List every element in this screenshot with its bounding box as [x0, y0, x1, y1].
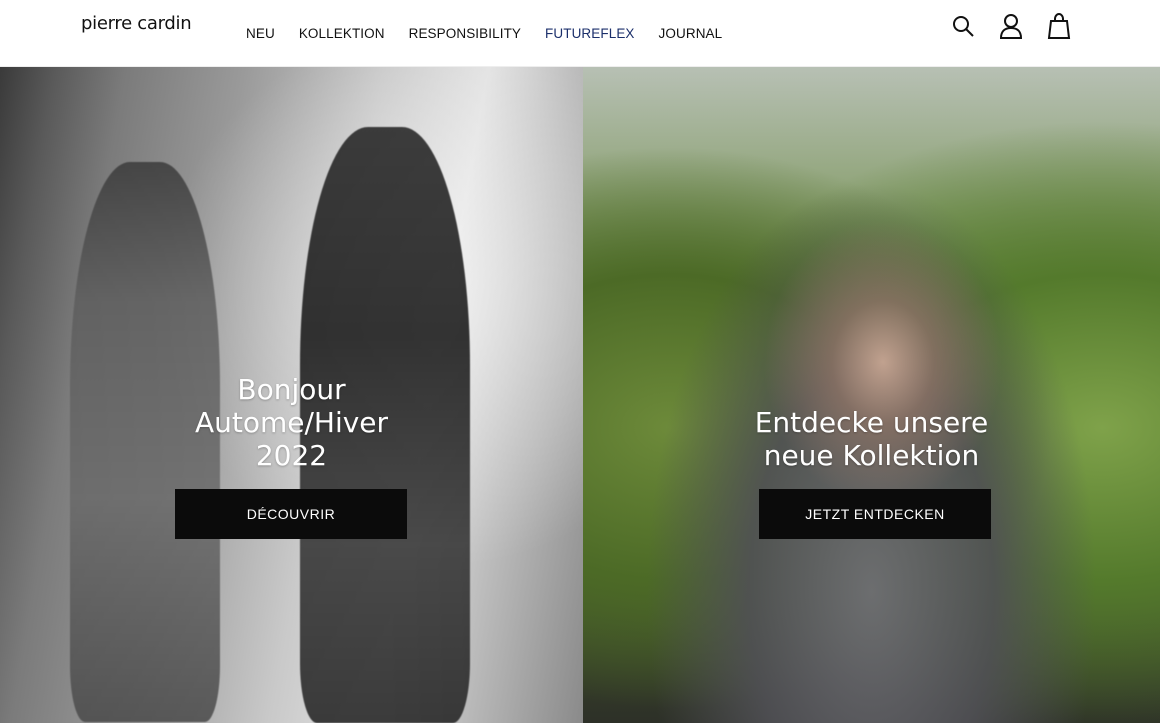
hero-title-line: Bonjour — [237, 373, 346, 406]
hero-title-right: Entdecke unsere neue Kollektion — [583, 406, 1160, 472]
hero-title-left: Bonjour Autome/Hiver 2022 — [0, 373, 583, 472]
bag-icon[interactable] — [1046, 12, 1072, 40]
hero-overlay: Bonjour Autome/Hiver 2022 DÉCOUVRIR — [0, 67, 583, 723]
hero-overlay: Entdecke unsere neue Kollektion JETZT EN… — [583, 67, 1160, 723]
header-actions — [950, 12, 1072, 40]
hero-title-line: Autome/Hiver — [194, 406, 389, 439]
nav-item-neu[interactable]: NEU — [246, 26, 275, 41]
hero-panel-right: Entdecke unsere neue Kollektion JETZT EN… — [583, 67, 1160, 723]
search-icon[interactable] — [950, 12, 976, 40]
hero-banner: Bonjour Autome/Hiver 2022 DÉCOUVRIR Entd… — [0, 67, 1160, 723]
hero-panel-left: Bonjour Autome/Hiver 2022 DÉCOUVRIR — [0, 67, 583, 723]
site-header: pierre cardin NEU KOLLEKTION RESPONSIBIL… — [0, 0, 1160, 67]
nav-item-journal[interactable]: JOURNAL — [659, 26, 723, 41]
hero-title-line: 2022 — [255, 439, 328, 472]
user-icon[interactable] — [998, 12, 1024, 40]
brand-logo[interactable]: pierre cardin — [81, 13, 192, 34]
hero-title-line: neue Kollektion — [763, 439, 980, 472]
nav-item-futureflex[interactable]: FUTUREFLEX — [545, 26, 635, 41]
main-navigation: NEU KOLLEKTION RESPONSIBILITY FUTUREFLEX… — [246, 0, 746, 67]
nav-item-responsibility[interactable]: RESPONSIBILITY — [409, 26, 521, 41]
explore-collection-button[interactable]: JETZT ENTDECKEN — [759, 489, 991, 539]
nav-item-kollektion[interactable]: KOLLEKTION — [299, 26, 385, 41]
discover-button[interactable]: DÉCOUVRIR — [175, 489, 407, 539]
hero-title-line: Entdecke unsere — [754, 406, 989, 439]
